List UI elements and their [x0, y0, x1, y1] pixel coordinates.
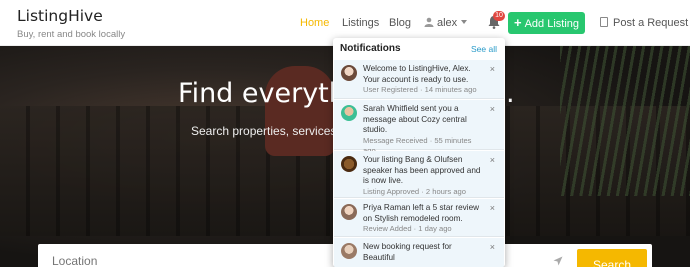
notifications-header: Notifications See all [333, 38, 505, 58]
avatar [341, 65, 357, 81]
close-icon[interactable]: × [490, 104, 495, 114]
notification-meta: Listing Approved · 2 hours ago [363, 186, 467, 196]
hero-title: Find everyth [178, 78, 346, 109]
hero-subtitle: Search properties, services a [191, 124, 347, 138]
avatar [341, 243, 357, 259]
notification-text: Your listing Bang & Olufsen speaker has … [363, 155, 483, 197]
notifications-dropdown: Notifications See all Welcome to Listing… [333, 38, 505, 267]
notification-item[interactable]: Welcome to ListingHive, Alex. Your accou… [334, 60, 504, 99]
search-button[interactable]: Search [577, 249, 647, 267]
notification-text: New booking request for Beautiful [363, 242, 483, 263]
notification-meta: Review Added · 1 day ago [363, 224, 452, 233]
close-icon[interactable]: × [490, 203, 495, 213]
see-all-link[interactable]: See all [471, 44, 497, 54]
locate-arrow-icon[interactable] [553, 256, 563, 266]
notification-item[interactable]: Your listing Bang & Olufsen speaker has … [334, 151, 504, 198]
notification-message: Priya Raman left a 5 star review on Styl… [363, 203, 480, 223]
user-icon [424, 17, 434, 27]
notification-item[interactable]: Sarah Whitfield sent you a message about… [334, 100, 504, 155]
notification-item[interactable]: Priya Raman left a 5 star review on Styl… [334, 199, 504, 237]
avatar [341, 156, 357, 172]
notification-text: Sarah Whitfield sent you a message about… [363, 104, 483, 157]
brand-name[interactable]: ListingHive [17, 7, 125, 25]
document-icon [600, 17, 608, 27]
add-listing-button[interactable]: + Add Listing [508, 12, 585, 34]
notification-text: Welcome to ListingHive, Alex. Your accou… [363, 64, 483, 96]
hero-title-end: . [506, 78, 515, 109]
avatar [341, 204, 357, 220]
brand-tagline: Buy, rent and book locally [17, 29, 126, 40]
close-icon[interactable]: × [490, 155, 495, 165]
notification-meta: User Registered · 14 minutes ago [363, 85, 477, 94]
chevron-down-icon [461, 20, 468, 24]
notification-count-badge: 10 [493, 11, 505, 21]
brand[interactable]: ListingHive Buy, rent and book locally [17, 7, 125, 40]
add-listing-label: Add Listing [524, 18, 580, 30]
avatar [341, 105, 357, 121]
close-icon[interactable]: × [490, 64, 495, 74]
notification-text: Priya Raman left a 5 star review on Styl… [363, 203, 483, 235]
notifications-title: Notifications [340, 43, 401, 54]
notification-message: Welcome to ListingHive, Alex. Your accou… [363, 64, 471, 84]
location-input[interactable] [52, 254, 252, 267]
notification-message: Your listing Bang & Olufsen speaker has … [363, 155, 481, 185]
user-name: alex [437, 17, 458, 29]
close-icon[interactable]: × [490, 242, 495, 252]
post-request-label: Post a Request [613, 17, 689, 29]
notification-message: Sarah Whitfield sent you a message about… [363, 104, 467, 134]
notification-message: New booking request for Beautiful [363, 242, 452, 262]
plus-icon: + [513, 15, 522, 30]
nav-home[interactable]: Home [300, 0, 329, 46]
notification-item[interactable]: New booking request for Beautiful × [334, 238, 504, 267]
post-request-link[interactable]: Post a Request [600, 0, 688, 46]
hero-plant-image [560, 46, 690, 196]
